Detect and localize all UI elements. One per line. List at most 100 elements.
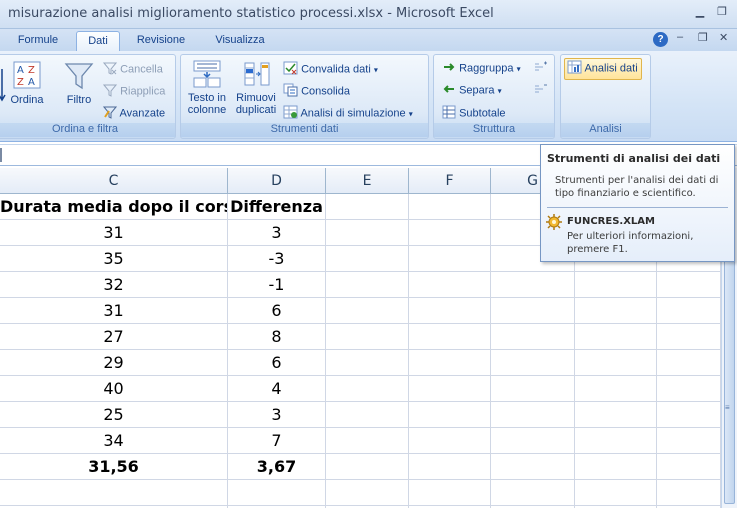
empty-cell[interactable] bbox=[575, 298, 657, 324]
empty-cell[interactable] bbox=[409, 350, 491, 376]
empty-cell[interactable] bbox=[491, 272, 575, 298]
empty-cell[interactable] bbox=[657, 298, 721, 324]
empty-cell[interactable] bbox=[326, 220, 409, 246]
column-header-d[interactable]: D bbox=[228, 168, 326, 194]
empty-cell[interactable] bbox=[657, 480, 721, 506]
ribbon-close-icon[interactable]: ✕ bbox=[719, 31, 728, 44]
empty-cell[interactable] bbox=[409, 428, 491, 454]
ungroup-dropdown-icon[interactable]: ▾ bbox=[498, 86, 502, 95]
empty-cell[interactable] bbox=[409, 298, 491, 324]
data-cell[interactable]: 34 bbox=[0, 428, 228, 454]
empty-cell[interactable] bbox=[491, 298, 575, 324]
empty-cell[interactable] bbox=[409, 324, 491, 350]
data-cell[interactable]: 6 bbox=[228, 298, 326, 324]
sort-button[interactable]: A Z Z A Ordina bbox=[9, 61, 45, 106]
tab-visualizza[interactable]: Visualizza bbox=[204, 31, 276, 51]
empty-cell[interactable] bbox=[575, 324, 657, 350]
empty-cell[interactable] bbox=[575, 402, 657, 428]
show-detail-icon[interactable] bbox=[534, 61, 548, 76]
what-if-dropdown-icon[interactable]: ▾ bbox=[409, 109, 413, 118]
empty-cell[interactable] bbox=[657, 272, 721, 298]
data-validation-button[interactable]: Convalida dati ▾ bbox=[283, 61, 378, 78]
data-cell[interactable]: 27 bbox=[0, 324, 228, 350]
data-cell[interactable]: 25 bbox=[0, 402, 228, 428]
empty-cell[interactable] bbox=[575, 350, 657, 376]
empty-cell[interactable] bbox=[491, 376, 575, 402]
hide-detail-icon[interactable] bbox=[534, 83, 548, 98]
empty-cell[interactable] bbox=[575, 376, 657, 402]
empty-cell[interactable] bbox=[326, 350, 409, 376]
column-title-cell[interactable]: Durata media dopo il corso bbox=[0, 194, 228, 220]
empty-cell[interactable] bbox=[657, 350, 721, 376]
data-cell[interactable]: 7 bbox=[228, 428, 326, 454]
group-dropdown-icon[interactable]: ▾ bbox=[517, 64, 521, 73]
empty-cell[interactable] bbox=[409, 454, 491, 480]
empty-cell[interactable] bbox=[657, 324, 721, 350]
sort-arrow-icon[interactable] bbox=[0, 67, 6, 106]
empty-cell[interactable] bbox=[326, 298, 409, 324]
column-header-e[interactable]: E bbox=[326, 168, 409, 194]
empty-cell[interactable] bbox=[657, 376, 721, 402]
restore-icon[interactable]: ❐ bbox=[713, 4, 731, 20]
data-cell[interactable]: 8 bbox=[228, 324, 326, 350]
empty-cell[interactable] bbox=[326, 376, 409, 402]
empty-cell[interactable] bbox=[326, 272, 409, 298]
help-icon[interactable]: ? bbox=[653, 32, 668, 47]
empty-cell[interactable] bbox=[228, 480, 326, 506]
text-to-columns-button[interactable]: Testo in colonne bbox=[185, 59, 229, 116]
empty-cell[interactable] bbox=[326, 194, 409, 220]
what-if-analysis-button[interactable]: Analisi di simulazione ▾ bbox=[283, 105, 413, 122]
empty-cell[interactable] bbox=[491, 350, 575, 376]
data-validation-dropdown-icon[interactable]: ▾ bbox=[374, 65, 378, 74]
empty-cell[interactable] bbox=[657, 428, 721, 454]
clear-button[interactable]: Cancella bbox=[102, 61, 163, 78]
column-title-cell[interactable]: Differenza bbox=[228, 194, 326, 220]
ungroup-button[interactable]: Separa ▾ bbox=[442, 83, 502, 98]
empty-cell[interactable] bbox=[409, 402, 491, 428]
data-cell[interactable]: 35 bbox=[0, 246, 228, 272]
empty-cell[interactable] bbox=[575, 454, 657, 480]
data-cell[interactable]: 6 bbox=[228, 350, 326, 376]
ribbon-minimize-icon[interactable]: – bbox=[677, 31, 683, 43]
data-cell[interactable]: 31 bbox=[0, 298, 228, 324]
empty-cell[interactable] bbox=[491, 454, 575, 480]
subtotal-button[interactable]: Subtotale bbox=[442, 105, 506, 122]
total-cell[interactable]: 3,67 bbox=[228, 454, 326, 480]
remove-duplicates-button[interactable]: Rimuovi duplicati bbox=[233, 59, 279, 116]
tab-dati[interactable]: Dati bbox=[76, 31, 120, 51]
data-cell[interactable]: 29 bbox=[0, 350, 228, 376]
data-cell[interactable]: 3 bbox=[228, 402, 326, 428]
tab-revisione[interactable]: Revisione bbox=[128, 31, 194, 51]
empty-cell[interactable] bbox=[575, 480, 657, 506]
empty-cell[interactable] bbox=[326, 428, 409, 454]
data-cell[interactable]: 32 bbox=[0, 272, 228, 298]
empty-cell[interactable] bbox=[409, 246, 491, 272]
group-button[interactable]: Raggruppa ▾ bbox=[442, 61, 521, 76]
total-cell[interactable]: 31,56 bbox=[0, 454, 228, 480]
empty-cell[interactable] bbox=[326, 454, 409, 480]
ribbon-restore-icon[interactable]: ❐ bbox=[698, 31, 708, 44]
data-cell[interactable]: -3 bbox=[228, 246, 326, 272]
empty-cell[interactable] bbox=[409, 480, 491, 506]
empty-cell[interactable] bbox=[326, 324, 409, 350]
data-analysis-button[interactable]: Analisi dati bbox=[564, 58, 642, 80]
empty-cell[interactable] bbox=[575, 272, 657, 298]
column-header-f[interactable]: F bbox=[409, 168, 491, 194]
data-cell[interactable]: 31 bbox=[0, 220, 228, 246]
empty-cell[interactable] bbox=[575, 428, 657, 454]
data-cell[interactable]: 40 bbox=[0, 376, 228, 402]
empty-cell[interactable] bbox=[326, 480, 409, 506]
empty-cell[interactable] bbox=[409, 272, 491, 298]
data-cell[interactable]: 4 bbox=[228, 376, 326, 402]
minimize-icon[interactable]: ▁ bbox=[691, 4, 709, 20]
column-header-c[interactable]: C bbox=[0, 168, 228, 194]
empty-cell[interactable] bbox=[409, 194, 491, 220]
filter-button[interactable]: Filtro bbox=[61, 61, 97, 106]
empty-cell[interactable] bbox=[491, 428, 575, 454]
empty-cell[interactable] bbox=[657, 454, 721, 480]
empty-cell[interactable] bbox=[491, 480, 575, 506]
data-cell[interactable]: -1 bbox=[228, 272, 326, 298]
advanced-button[interactable]: Avanzate bbox=[102, 105, 165, 122]
empty-cell[interactable] bbox=[326, 402, 409, 428]
reapply-button[interactable]: Riapplica bbox=[102, 83, 165, 100]
